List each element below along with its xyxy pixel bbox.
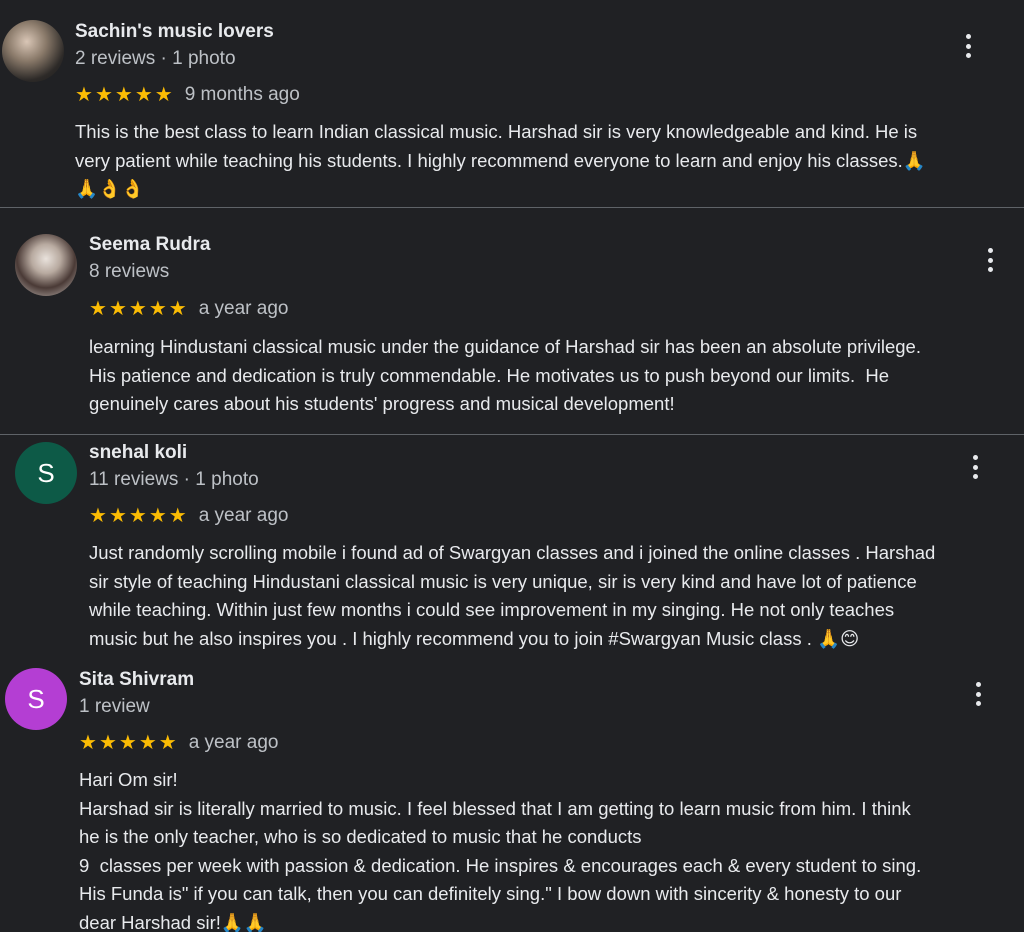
star-icon: ★ (148, 505, 167, 527)
reviewer-avatar[interactable] (2, 20, 64, 82)
review-time: a year ago (188, 732, 279, 753)
reviewer-avatar[interactable] (15, 234, 77, 296)
star-icon: ★ (75, 84, 93, 106)
star-rating: ★ ★ ★ ★ ★ (79, 733, 177, 753)
review-divider (0, 434, 1024, 435)
reviewer-name[interactable]: snehal koli (89, 442, 187, 464)
star-icon: ★ (138, 732, 157, 754)
rating-row: ★ ★ ★ ★ ★ a year ago (89, 505, 288, 527)
review-text: Just randomly scrolling mobile i found a… (89, 542, 936, 649)
star-icon: ★ (89, 298, 107, 320)
reviewer-avatar[interactable]: S (5, 668, 67, 730)
star-icon: ★ (98, 732, 117, 754)
review-time: a year ago (198, 505, 289, 526)
reviewer-name[interactable]: Seema Rudra (89, 234, 210, 256)
more-options-icon[interactable] (965, 34, 971, 58)
star-icon: ★ (128, 505, 147, 527)
review-text: learning Hindustani classical music unde… (89, 336, 921, 414)
review-divider (0, 207, 1024, 208)
review-text: This is the best class to learn Indian c… (75, 121, 926, 199)
review-time: 9 months ago (184, 84, 300, 105)
star-icon: ★ (134, 84, 153, 106)
reviewer-meta: 8 reviews (89, 261, 170, 282)
star-icon: ★ (108, 298, 127, 320)
star-icon: ★ (108, 505, 127, 527)
star-icon: ★ (128, 298, 147, 320)
star-icon: ★ (79, 732, 97, 754)
reviewer-meta: 2 reviews · 1 photo (75, 48, 236, 69)
review-time: a year ago (198, 298, 289, 319)
reviews-page: Sachin's music lovers 2 reviews · 1 phot… (0, 0, 1024, 932)
star-rating: ★ ★ ★ ★ ★ (75, 85, 173, 105)
star-icon: ★ (114, 84, 133, 106)
more-options-icon[interactable] (975, 682, 981, 706)
reviewer-name[interactable]: Sachin's music lovers (75, 21, 274, 43)
star-icon: ★ (89, 505, 107, 527)
reviewer-meta: 11 reviews · 1 photo (89, 469, 259, 490)
star-icon: ★ (94, 84, 113, 106)
review-text: Hari Om sir! Harshad sir is literally ma… (79, 769, 922, 932)
star-icon: ★ (158, 732, 177, 754)
rating-row: ★ ★ ★ ★ ★ a year ago (79, 732, 278, 754)
star-icon: ★ (154, 84, 173, 106)
star-icon: ★ (118, 732, 137, 754)
star-icon: ★ (168, 298, 187, 320)
star-icon: ★ (148, 298, 167, 320)
star-icon: ★ (168, 505, 187, 527)
rating-row: ★ ★ ★ ★ ★ a year ago (89, 298, 288, 320)
star-rating: ★ ★ ★ ★ ★ (89, 299, 187, 319)
more-options-icon[interactable] (972, 455, 978, 479)
reviewer-name[interactable]: Sita Shivram (79, 669, 194, 691)
more-options-icon[interactable] (987, 248, 993, 272)
rating-row: ★ ★ ★ ★ ★ 9 months ago (75, 84, 300, 106)
reviewer-meta: 1 review (79, 696, 150, 717)
star-rating: ★ ★ ★ ★ ★ (89, 506, 187, 526)
reviewer-avatar[interactable]: S (15, 442, 77, 504)
